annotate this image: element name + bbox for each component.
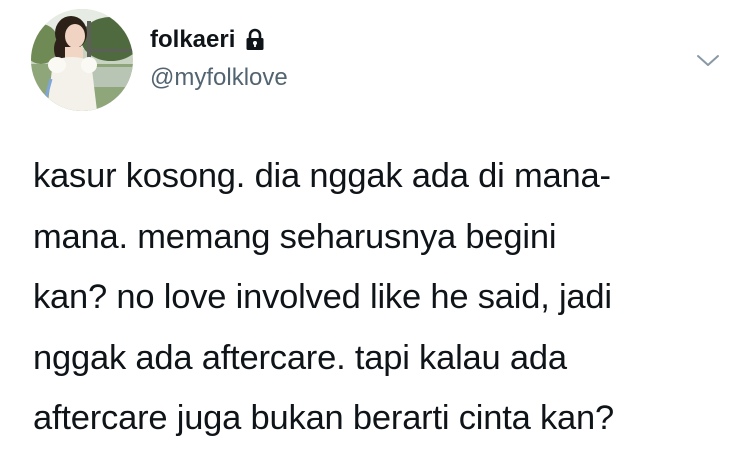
author-name-row: folkaeri xyxy=(150,26,268,54)
lock-icon xyxy=(242,27,268,53)
tweet-text: kasur kosong. dia nggak ada di mana- man… xyxy=(33,157,614,437)
author-display-name[interactable]: folkaeri xyxy=(150,26,235,54)
avatar-photo xyxy=(31,9,133,111)
author-handle[interactable]: @myfolklove xyxy=(150,64,288,92)
chevron-down-icon[interactable] xyxy=(696,52,720,70)
avatar[interactable] xyxy=(31,9,133,111)
